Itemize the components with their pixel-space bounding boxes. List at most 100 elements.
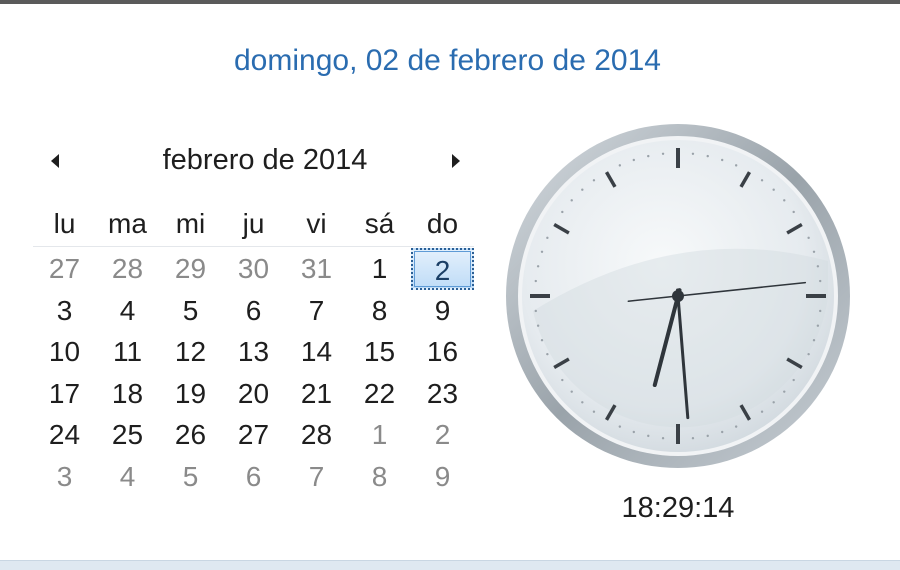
minute-dot (661, 437, 665, 440)
minute-dot (570, 390, 573, 393)
calendar-day[interactable]: 1 (348, 248, 411, 290)
calendar-day[interactable]: 19 (159, 373, 222, 415)
minute-dot (570, 199, 573, 202)
minute-dot (807, 352, 810, 356)
minute-dot (807, 236, 810, 240)
weekday-header-row: lu ma mi ju vi sá do (33, 204, 474, 244)
minute-dot (561, 378, 564, 382)
calendar-day[interactable]: 4 (96, 290, 159, 332)
calendar-day[interactable]: 4 (96, 456, 159, 498)
calendar-day[interactable]: 27 (33, 248, 96, 290)
weekday-label: sá (364, 208, 395, 239)
weekday-label: ju (242, 208, 265, 239)
weekday-label: vi (306, 208, 327, 239)
minute-dot (816, 265, 820, 268)
clock-center-pin (672, 290, 684, 302)
calendar-header: febrero de 2014 (40, 140, 470, 184)
minute-dot (546, 352, 549, 356)
minute-dot (592, 179, 596, 182)
calendar-week-row: 17 18 19 20 21 22 23 (33, 373, 474, 415)
minute-dot (706, 434, 709, 438)
calendar-day[interactable]: 7 (285, 290, 348, 332)
minute-dot (618, 164, 622, 167)
next-month-button[interactable] (440, 140, 470, 184)
calendar-week-row: 24 25 26 27 28 1 2 (33, 414, 474, 456)
calendar-day[interactable]: 28 (285, 414, 348, 456)
minute-dot (632, 430, 636, 434)
month-title[interactable]: febrero de 2014 (100, 144, 430, 177)
calendar-day[interactable]: 6 (222, 290, 285, 332)
long-date-link[interactable]: domingo, 02 de febrero de 2014 (0, 44, 895, 78)
minute-dot (540, 250, 544, 254)
minute-dot (819, 279, 822, 283)
previous-month-button[interactable] (40, 140, 70, 184)
calendar-day[interactable]: 15 (348, 331, 411, 373)
calendar-day[interactable]: 24 (33, 414, 96, 456)
calendar-day[interactable]: 8 (348, 456, 411, 498)
triangle-right-icon (452, 154, 460, 168)
minute-dot (783, 390, 786, 393)
weekday-label: do (426, 208, 459, 239)
calendar-day-selected[interactable]: 2 (411, 248, 474, 290)
calendar-day[interactable]: 3 (33, 456, 96, 498)
calendar-day[interactable]: 26 (159, 414, 222, 456)
calendar-day[interactable]: 20 (222, 373, 285, 415)
calendar-day[interactable]: 8 (348, 290, 411, 332)
minute-dot (720, 158, 724, 162)
calendar-day[interactable]: 30 (222, 248, 285, 290)
calendar-day[interactable]: 29 (159, 248, 222, 290)
calendar-day[interactable]: 21 (285, 373, 348, 415)
calendar-week-row: 10 11 12 13 14 15 16 (33, 331, 474, 373)
calendar-day[interactable]: 16 (411, 331, 474, 373)
calendar-week-row: 27 28 29 30 31 1 2 (33, 248, 474, 290)
minute-dot (772, 401, 775, 404)
minute-dot (706, 154, 709, 158)
calendar-week-row: 3456789 (33, 456, 474, 498)
analog-clock (506, 124, 850, 468)
calendar-day[interactable]: 9 (411, 456, 474, 498)
minute-dot (760, 179, 764, 182)
minute-dot (536, 324, 540, 327)
calendar-day[interactable]: 5 (159, 456, 222, 498)
minute-dot (661, 152, 665, 155)
calendar-day[interactable]: 2 (411, 414, 474, 456)
calendar-day[interactable]: 17 (33, 373, 96, 415)
minute-dot (816, 324, 820, 327)
minute-dot (581, 401, 584, 404)
calendar-day[interactable]: 25 (96, 414, 159, 456)
calendar-day[interactable]: 27 (222, 414, 285, 456)
calendar-day[interactable]: 5 (159, 290, 222, 332)
calendar-day[interactable]: 22 (348, 373, 411, 415)
minute-dot (581, 188, 584, 191)
calendar-day[interactable]: 7 (285, 456, 348, 498)
calendar-day[interactable]: 11 (96, 331, 159, 373)
minute-dot (647, 434, 650, 438)
calendar-day[interactable]: 1 (348, 414, 411, 456)
calendar-day[interactable]: 14 (285, 331, 348, 373)
calendar-day[interactable]: 31 (285, 248, 348, 290)
minute-dot (561, 210, 564, 214)
calendar-day[interactable]: 12 (159, 331, 222, 373)
minute-dot (618, 425, 622, 428)
calendar-grid: lu ma mi ju vi sá do 27 28 29 30 31 1 2 3 4 5 6 7 8 9 10 11 12… (33, 204, 474, 497)
calendar-day[interactable]: 18 (96, 373, 159, 415)
minute-dot (534, 309, 537, 313)
minute-dot (691, 437, 695, 440)
calendar-day[interactable]: 13 (222, 331, 285, 373)
calendar-day[interactable]: 28 (96, 248, 159, 290)
calendar-day[interactable]: 10 (33, 331, 96, 373)
minute-dot (691, 152, 695, 155)
calendar-week-row: 3456789 (33, 290, 474, 332)
minute-dot (734, 425, 738, 428)
weekday-label: lu (53, 208, 76, 239)
calendar-day[interactable]: 9 (411, 290, 474, 332)
weekday-label: ma (108, 208, 147, 239)
minute-dot (536, 265, 540, 268)
minute-dot (792, 378, 795, 382)
calendar-day[interactable]: 23 (411, 373, 474, 415)
minute-dot (819, 309, 822, 313)
minute-dot (540, 338, 544, 342)
calendar-day[interactable]: 3 (33, 290, 96, 332)
calendar-day[interactable]: 6 (222, 456, 285, 498)
window-top-border (0, 0, 900, 4)
